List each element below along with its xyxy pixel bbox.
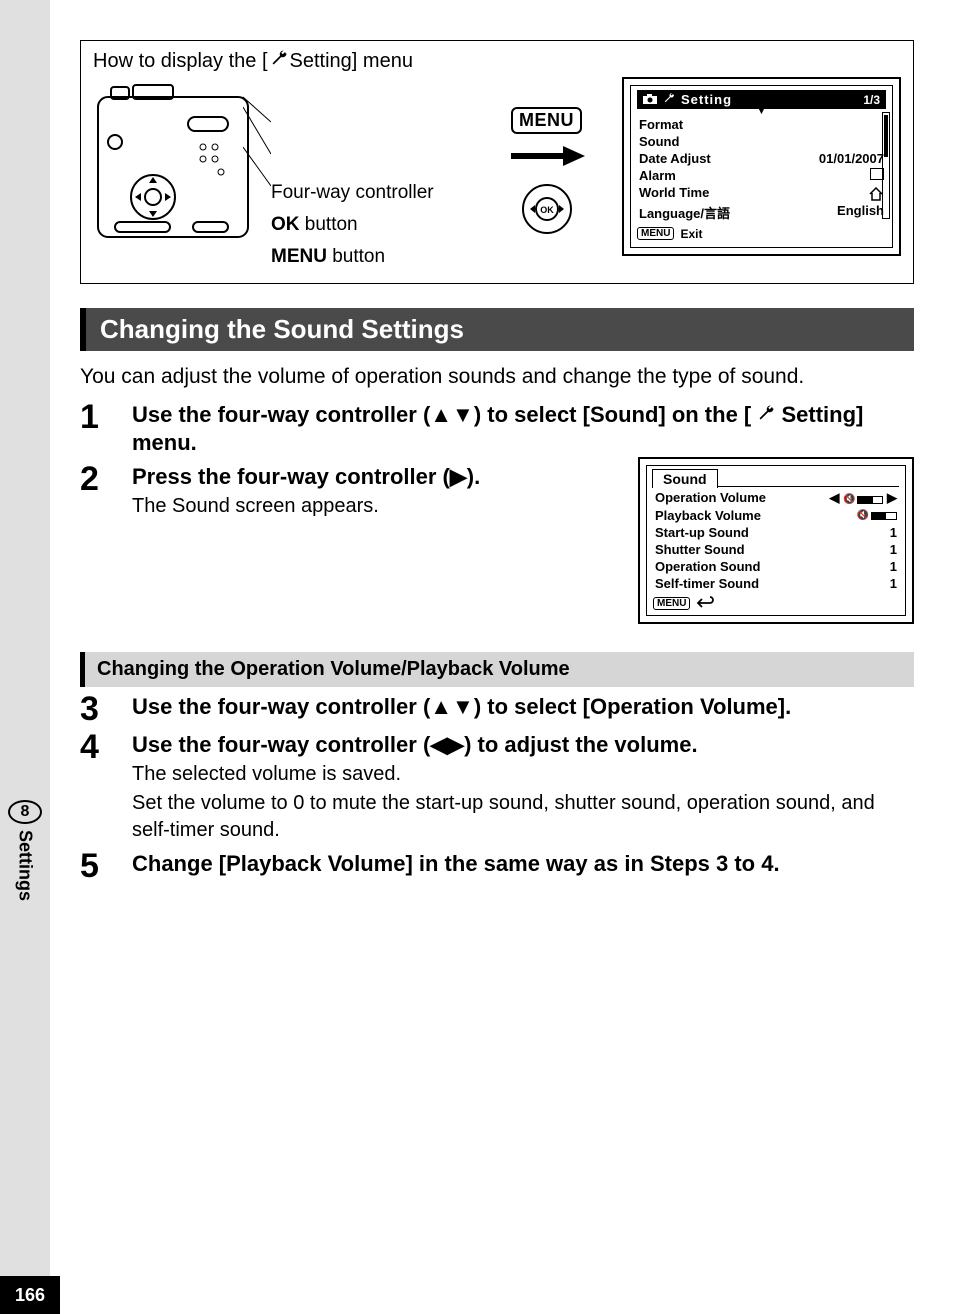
lcd-row: Date Adjust01/01/2007: [637, 150, 886, 167]
lcd-scrollbar: [882, 112, 890, 219]
four-way-controller-label: Four-way controller: [271, 177, 471, 209]
ok-dpad-icon: OK: [521, 183, 573, 235]
lcd-row: Alarm: [637, 167, 886, 184]
chapter-label: Settings: [15, 830, 36, 901]
sound-row: Playback Volume 🔇: [653, 507, 899, 524]
step-4-subtext-2: Set the volume to 0 to mute the start-up…: [132, 790, 914, 844]
step-1-heading: Use the four-way controller (▲▼) to sele…: [132, 401, 914, 457]
step-1: 1 Use the four-way controller (▲▼) to se…: [80, 401, 914, 457]
lcd-row: Language/言語English: [637, 202, 886, 223]
lcd-row: Sound: [637, 133, 886, 150]
intro-paragraph: You can adjust the volume of operation s…: [80, 363, 914, 391]
sound-screen: Sound Operation Volume ◀ 🔇 ▶ Playback Vo…: [638, 457, 914, 624]
svg-text:OK: OK: [540, 205, 554, 215]
step-number: 2: [80, 463, 112, 624]
sound-tab: Sound: [652, 469, 718, 488]
wrench-icon: [270, 49, 288, 73]
sound-footer: MENU: [653, 596, 899, 611]
section-heading: Changing the Sound Settings: [80, 308, 914, 351]
step-2-subtext: The Sound screen appears.: [132, 493, 624, 520]
page-content: 8 Settings How to display the [ Setting]…: [50, 0, 954, 1314]
lcd-row: Format: [637, 116, 886, 133]
title-prefix: How to display the [: [93, 50, 268, 73]
sound-row: Operation Sound1: [653, 558, 899, 575]
step-number: 1: [80, 401, 112, 457]
left-margin-strip: [0, 0, 50, 1314]
step-4-heading: Use the four-way controller (◀▶) to adju…: [132, 731, 914, 759]
step-5: 5 Change [Playback Volume] in the same w…: [80, 850, 914, 882]
step-2: 2 Press the four-way controller (▶). The…: [80, 463, 914, 624]
step-4-subtext-1: The selected volume is saved.: [132, 761, 914, 788]
sound-row: Start-up Sound1: [653, 524, 899, 541]
title-suffix: Setting] menu: [290, 50, 413, 73]
camera-labels: Four-way controller OK button MENU butto…: [271, 77, 471, 273]
back-arrow-icon: [696, 596, 714, 611]
step-number: 4: [80, 731, 112, 844]
lcd-setting-menu: Setting 1/3 ▼ Format Sound Date Adjust01…: [622, 77, 901, 256]
wrench-icon: [757, 401, 775, 429]
ok-button-label: OK button: [271, 209, 471, 241]
lcd-exit-label: Exit: [680, 227, 702, 241]
lcd-footer: MENU Exit: [637, 227, 886, 241]
step-5-heading: Change [Playback Volume] in the same way…: [132, 850, 914, 878]
camera-illustration: [93, 77, 253, 247]
menu-chip-small: MENU: [637, 227, 674, 240]
chapter-number-badge: 8: [8, 800, 42, 824]
how-to-display-title: How to display the [ Setting] menu: [93, 49, 901, 73]
arrow-icon: [507, 144, 587, 173]
sound-row: Shutter Sound1: [653, 541, 899, 558]
step-4: 4 Use the four-way controller (◀▶) to ad…: [80, 731, 914, 844]
step-3: 3 Use the four-way controller (▲▼) to se…: [80, 693, 914, 725]
chapter-side-tab: 8 Settings: [0, 800, 50, 901]
sound-row: Self-timer Sound1: [653, 575, 899, 592]
dropdown-arrow-icon: ▼: [637, 108, 886, 116]
sub-heading: Changing the Operation Volume/Playback V…: [80, 652, 914, 687]
camera-icon: [643, 92, 657, 107]
menu-chip-small: MENU: [653, 597, 690, 610]
menu-button-label: MENU button: [271, 241, 471, 273]
step-number: 3: [80, 693, 112, 725]
sound-row: Operation Volume ◀ 🔇 ▶: [653, 489, 899, 507]
lcd-page-indicator: 1/3: [863, 93, 880, 107]
flow-column: MENU OK: [489, 77, 604, 235]
lcd-row: World Time: [637, 184, 886, 202]
step-2-heading: Press the four-way controller (▶).: [132, 463, 624, 491]
menu-chip: MENU: [511, 107, 582, 134]
step-3-heading: Use the four-way controller (▲▼) to sele…: [132, 693, 914, 721]
how-to-display-box: How to display the [ Setting] menu: [80, 40, 914, 284]
lcd-title: Setting: [681, 92, 857, 107]
wrench-icon: [663, 92, 675, 107]
step-number: 5: [80, 850, 112, 882]
